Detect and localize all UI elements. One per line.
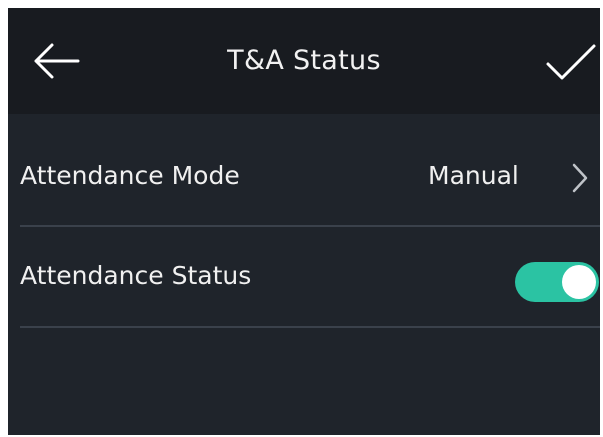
chevron-right-icon bbox=[572, 163, 588, 193]
attendance-status-label: Attendance Status bbox=[20, 261, 252, 290]
back-button[interactable] bbox=[30, 42, 82, 80]
attendance-mode-label: Attendance Mode bbox=[20, 161, 240, 190]
attendance-status-toggle[interactable] bbox=[515, 262, 599, 302]
attendance-mode-value: Manual bbox=[428, 161, 519, 190]
header-bar: T&A Status bbox=[8, 8, 600, 114]
confirm-button[interactable] bbox=[544, 40, 598, 84]
attendance-status-row: Attendance Status bbox=[8, 226, 600, 326]
attendance-mode-row[interactable]: Attendance Mode Manual bbox=[8, 126, 600, 226]
page-title: T&A Status bbox=[227, 45, 381, 76]
divider bbox=[20, 326, 600, 328]
arrow-left-icon bbox=[34, 43, 80, 79]
checkmark-icon bbox=[546, 44, 596, 80]
toggle-knob bbox=[562, 265, 596, 299]
screen: T&A Status Attendance Mode Manual Attend… bbox=[8, 8, 600, 435]
